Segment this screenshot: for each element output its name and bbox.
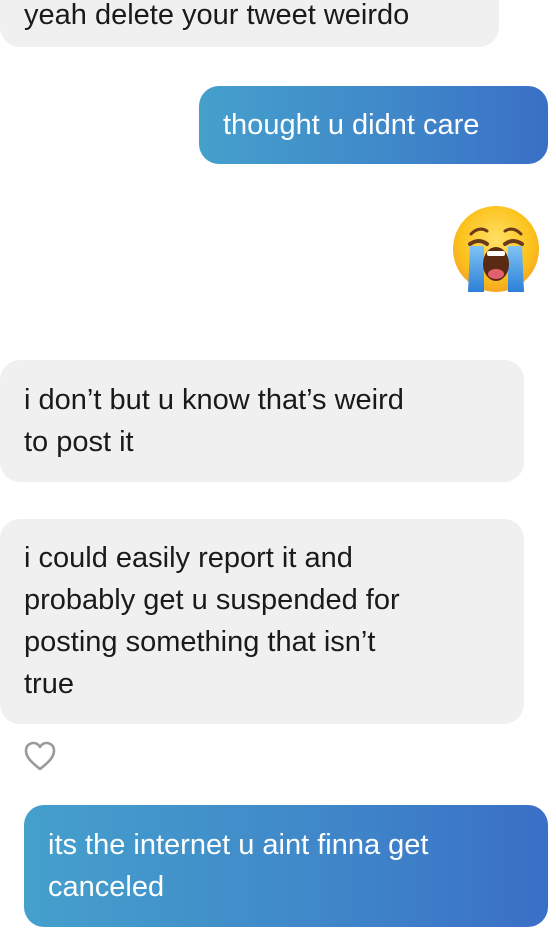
incoming-message-bubble[interactable]: i don’t but u know that’s weird to post … xyxy=(0,360,524,482)
incoming-message-bubble[interactable]: i could easily report it and probably ge… xyxy=(0,519,524,724)
outgoing-message-bubble[interactable]: its the internet u aint finna get cancel… xyxy=(24,805,548,927)
loudly-crying-face-emoji-icon[interactable] xyxy=(451,204,541,294)
heart-outline-icon[interactable] xyxy=(23,740,57,772)
incoming-message-bubble[interactable]: yeah delete your tweet weirdo xyxy=(0,0,499,47)
outgoing-message-bubble[interactable]: thought u didnt care xyxy=(199,86,548,164)
